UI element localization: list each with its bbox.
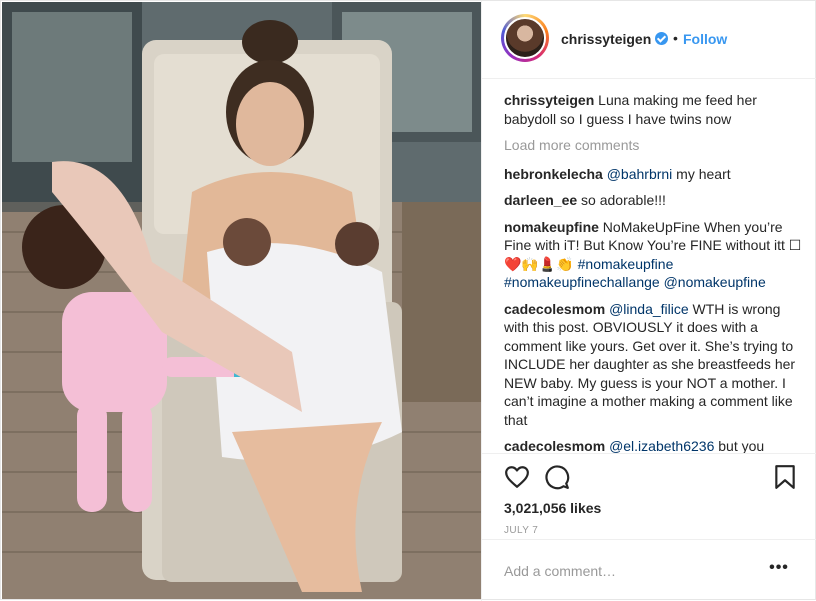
comment-username[interactable]: nomakeupfine [504,219,599,235]
post-card: chrissyteigen • Follow chrissyteigen Lun… [0,0,816,601]
more-options-button[interactable]: ••• [767,558,791,578]
caption-username[interactable]: chrissyteigen [504,92,594,108]
comment-username[interactable]: cadecolesmom [504,438,605,453]
comment-item: darleen_ee so adorable!!! [504,191,802,210]
comment-username[interactable]: hebronkelecha [504,166,603,182]
follow-button[interactable]: Follow [683,31,727,47]
add-comment-input[interactable] [504,560,754,582]
comment-icon[interactable] [544,464,570,490]
comment-mention[interactable]: @linda_filice [609,301,689,317]
comment-text: my heart [672,165,731,182]
bookmark-icon[interactable] [772,464,798,490]
comment-username[interactable]: cadecolesmom [504,301,605,317]
caption: chrissyteigen Luna making me feed her ba… [504,91,802,128]
likes-count[interactable]: 3,021,056 likes [504,500,601,516]
add-comment-bar: ••• [482,539,816,599]
comment-text: so adorable!!! [577,192,666,208]
comment-text: but you [714,438,765,453]
header-username[interactable]: chrissyteigen [561,31,651,47]
comment-mention[interactable]: @el.izabeth6236 [609,438,714,453]
verified-badge-icon [655,32,668,45]
comment-username[interactable]: darleen_ee [504,192,577,208]
comments-list[interactable]: chrissyteigen Luna making me feed her ba… [504,91,802,453]
heart-icon[interactable] [504,464,530,490]
post-photo[interactable] [2,2,481,599]
photo-illustration [2,2,481,599]
comment-item: hebronkelecha @bahrbrni my heart [504,165,802,184]
story-ring[interactable] [501,14,549,62]
comment-item: cadecolesmom @linda_filice WTH is wrong … [504,300,802,430]
comment-item: nomakeupfine NoMakeUpFine When you’re Fi… [504,218,802,292]
post-header: chrissyteigen • Follow [482,1,816,79]
comment-mention[interactable]: @bahrbrni [607,166,673,182]
comment-text: WTH is wrong with this post. OBVIOUSLY i… [504,300,796,428]
post-side-panel: chrissyteigen • Follow chrissyteigen Lun… [481,1,816,601]
avatar[interactable] [504,17,546,59]
comment-item: cadecolesmom @el.izabeth6236 but you [504,437,802,453]
header-separator: • [673,30,678,46]
post-date: JULY 7 [504,525,539,536]
load-more-comments-button[interactable]: Load more comments [504,136,802,155]
